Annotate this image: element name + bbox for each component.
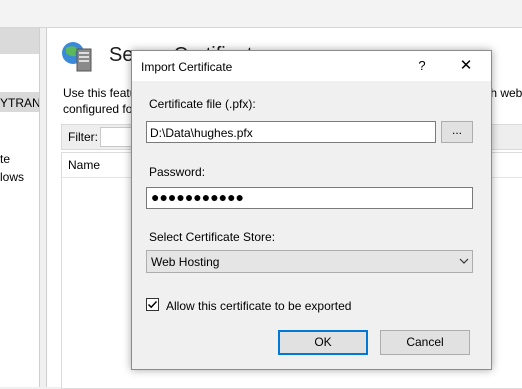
server-certificates-icon	[62, 42, 92, 72]
feature-description-right: th web	[487, 86, 522, 100]
filter-label: Filter:	[68, 130, 98, 144]
dialog-titlebar: Import Certificate ? ✕	[132, 51, 491, 81]
connections-pane: YTRANS te lows	[0, 28, 40, 387]
column-header-name[interactable]: Name	[68, 158, 100, 172]
cert-file-input[interactable]: D:\Data\hughes.pfx	[146, 121, 436, 143]
password-input[interactable]: ●●●●●●●●●●●	[146, 187, 473, 209]
help-button[interactable]: ?	[411, 56, 433, 76]
certificate-store-select[interactable]: Web Hosting	[146, 250, 473, 273]
feature-description: Use this featu	[63, 86, 137, 100]
chevron-down-icon	[459, 258, 469, 264]
feature-description-line2: configured fo	[63, 102, 133, 116]
window-toolbar	[0, 0, 522, 28]
tree-item-windows[interactable]: lows	[0, 170, 39, 184]
store-label: Select Certificate Store:	[149, 230, 276, 244]
ok-button[interactable]: OK	[278, 330, 368, 355]
tree-item-server[interactable]: YTRANS	[0, 96, 39, 110]
tree-item-site[interactable]: te	[0, 152, 39, 166]
exportable-checkbox[interactable]	[146, 298, 159, 311]
cert-file-value: D:\Data\hughes.pfx	[150, 126, 253, 140]
exportable-label[interactable]: Allow this certificate to be exported	[166, 299, 351, 313]
browse-button[interactable]: ...	[441, 121, 473, 143]
cancel-button[interactable]: Cancel	[380, 330, 470, 355]
dialog-title: Import Certificate	[141, 60, 233, 74]
password-masked-value: ●●●●●●●●●●●	[151, 189, 245, 205]
close-button[interactable]: ✕	[454, 56, 478, 76]
checkmark-icon	[147, 300, 158, 309]
import-certificate-dialog: Import Certificate ? ✕ Certificate file …	[131, 50, 492, 370]
connections-header	[0, 28, 39, 54]
cert-file-label: Certificate file (.pfx):	[149, 97, 256, 111]
password-label: Password:	[149, 165, 206, 179]
certificate-store-value: Web Hosting	[151, 255, 220, 269]
